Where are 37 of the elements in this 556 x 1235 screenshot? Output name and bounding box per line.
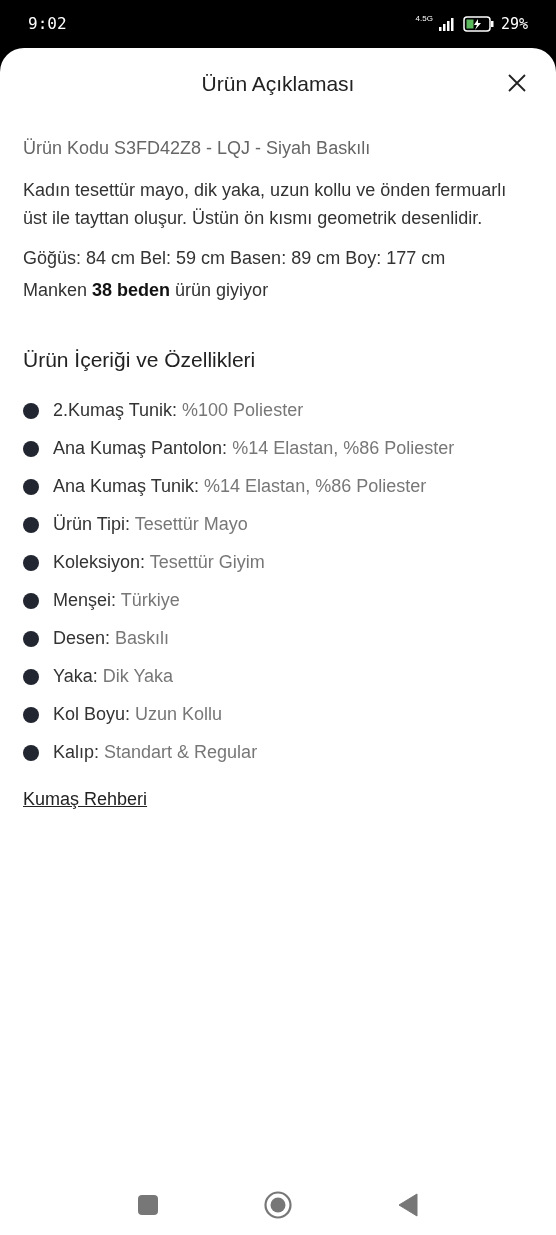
feature-text: Koleksiyon: Tesettür Giyim <box>53 551 265 574</box>
bullet-icon <box>23 668 39 685</box>
status-time: 9:02 <box>28 13 67 35</box>
feature-text: Menşei: Türkiye <box>53 589 180 612</box>
bullet-icon <box>23 402 39 419</box>
measurements: Göğüs: 84 cm Bel: 59 cm Basen: 89 cm Boy: 177 cm <box>23 247 447 270</box>
bullet-icon <box>23 554 39 571</box>
feature-text: Desen: Baskılı <box>53 627 170 650</box>
feature-text: Kalıp: Standart & Regular <box>53 741 258 764</box>
close-icon <box>508 74 526 92</box>
product-description: Kadın tesettür mayo, dik yaka, uzun kollu ve önden fermuarlı üst ile tayttan oluşur. Üstün ön kısmı geometrik desenlidir. <box>23 179 508 230</box>
feature-text: Ana Kumaş Pantolon: %14 Elastan, %86 Poliester <box>53 437 455 460</box>
feature-text: Yaka: Dik Yaka <box>53 665 174 688</box>
signal-icon <box>438 17 457 31</box>
sheet-title: Ürün Açıklaması <box>201 71 355 98</box>
home-icon[interactable] <box>264 1191 292 1219</box>
bullet-icon <box>23 706 39 723</box>
battery-percent: 29% <box>500 13 528 35</box>
bullet-icon <box>23 744 39 761</box>
bullet-icon <box>23 440 39 457</box>
close-button[interactable] <box>506 72 528 94</box>
feature-text: 2.Kumaş Tunik: %100 Poliester <box>53 399 304 422</box>
network-type: 4.5G <box>415 14 433 23</box>
product-code: Ürün Kodu S3FD42Z8 - LQJ - Siyah Baskılı <box>23 137 372 160</box>
model-size-text: Manken 38 beden ürün giyiyor <box>23 279 270 302</box>
feature-text: Kol Boyu: Uzun Kollu <box>53 703 223 726</box>
section-heading: Ürün İçeriği ve Özellikleri <box>23 347 257 373</box>
bullet-icon <box>23 592 39 609</box>
bullet-icon <box>23 478 39 495</box>
recents-icon[interactable] <box>138 1195 158 1215</box>
feature-text: Ürün Tipi: Tesettür Mayo <box>53 513 248 536</box>
bullet-icon <box>23 516 39 533</box>
feature-text: Ana Kumaş Tunik: %14 Elastan, %86 Poliester <box>53 475 427 498</box>
fabric-guide-link[interactable]: Kumaş Rehberi <box>23 785 148 813</box>
bullet-icon <box>23 630 39 647</box>
battery-icon <box>462 16 495 32</box>
back-icon[interactable] <box>398 1193 418 1217</box>
